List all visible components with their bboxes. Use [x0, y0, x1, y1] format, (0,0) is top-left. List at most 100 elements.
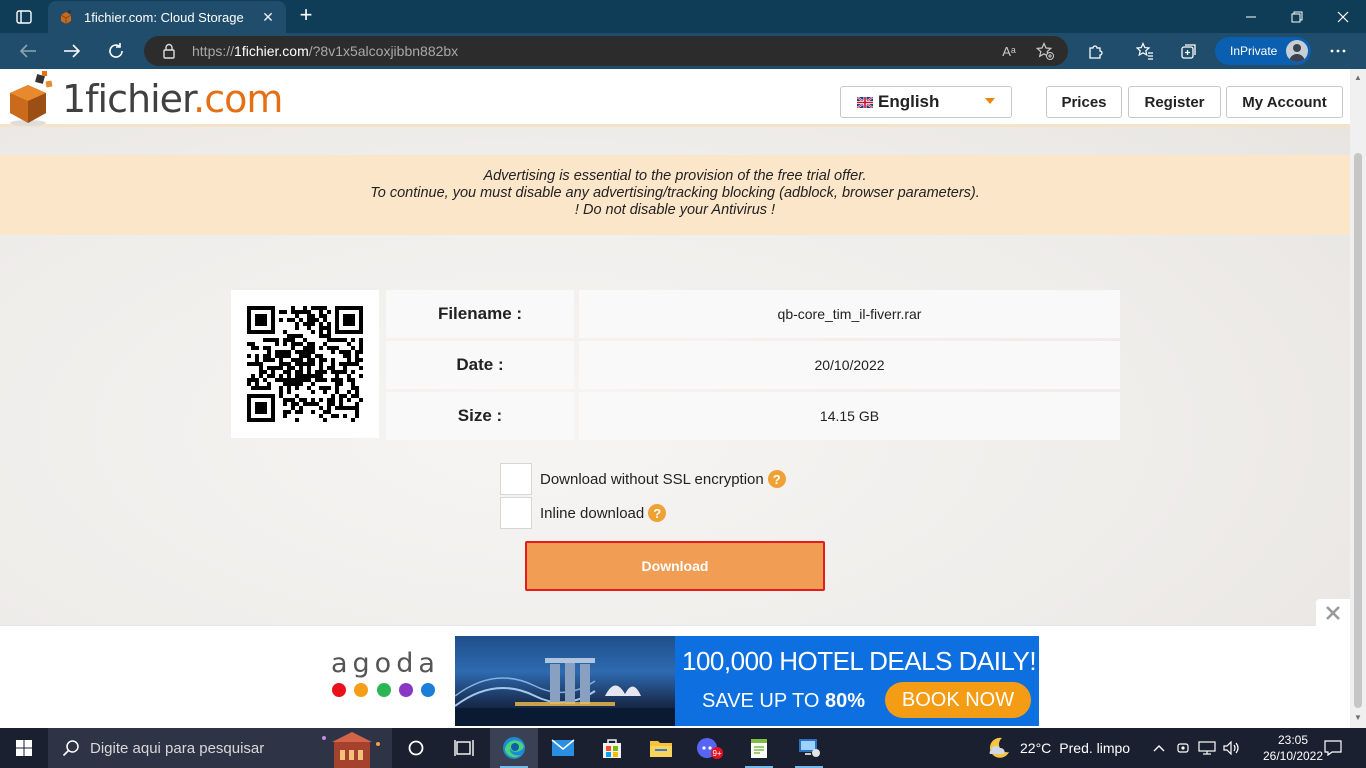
language-label: English [878, 92, 940, 111]
language-select[interactable]: English [840, 86, 1012, 118]
notifications-button[interactable] [1318, 728, 1348, 768]
qr-code-image [247, 306, 363, 422]
star-plus-icon [1036, 42, 1054, 60]
taskbar-search-box[interactable]: Digite aqui para pesquisar [48, 728, 392, 768]
refresh-icon [109, 43, 123, 58]
tab-close-icon[interactable]: ✕ [260, 9, 276, 26]
no-ssl-help-icon[interactable]: ? [767, 470, 786, 488]
logo-box-icon [10, 71, 53, 126]
browser-titlebar: 1fichier.com: Cloud Storage ✕ + [0, 0, 1366, 33]
filename-value: qb-core_tim_il-fiverr.rar [579, 290, 1120, 338]
filename-label: Filename : [386, 290, 574, 338]
restore-button[interactable] [1274, 0, 1320, 33]
mail-icon [551, 739, 575, 756]
add-favorite-button[interactable] [1030, 36, 1060, 66]
tab-actions-button[interactable] [8, 6, 40, 28]
address-bar[interactable]: https://1fichier.com/?8v1x5alcoxjibbn882… [144, 36, 1068, 66]
read-aloud-button[interactable]: Aᵃ [994, 36, 1024, 66]
volume-button[interactable] [1221, 728, 1243, 768]
search-placeholder: Digite aqui para pesquisar [90, 739, 265, 757]
scroll-down-icon[interactable]: ▼ [1354, 713, 1362, 722]
notice-line-3: ! Do not disable your Antivirus ! [574, 202, 776, 218]
task-view-button[interactable] [392, 728, 440, 768]
site-header: 1fichier.com English Prices Register My … [0, 69, 1350, 127]
task-view-switch-button[interactable] [440, 728, 488, 768]
agoda-logo[interactable]: agoda [331, 648, 435, 697]
tray-device-button[interactable] [1174, 728, 1192, 768]
banner-photo [455, 636, 675, 726]
prices-button[interactable]: Prices [1046, 86, 1122, 118]
inprivate-profile-button[interactable]: InPrivate [1215, 37, 1311, 65]
inline-help-icon[interactable]: ? [648, 504, 667, 522]
taskbar-store[interactable] [588, 728, 636, 768]
settings-menu-button[interactable] [1323, 37, 1353, 65]
weather-widget[interactable]: 22°C Pred. limpo [986, 728, 1130, 768]
taskbar-discord[interactable]: 9+ [686, 728, 734, 768]
close-window-button[interactable] [1320, 0, 1366, 33]
speaker-icon [1223, 741, 1239, 755]
register-button[interactable]: Register [1128, 86, 1221, 118]
folder-icon [650, 741, 672, 757]
collections-icon [1181, 44, 1196, 59]
new-tab-button[interactable]: + [294, 4, 318, 28]
back-button[interactable] [13, 37, 43, 65]
taskbar-edge[interactable] [490, 728, 538, 768]
adblock-notice: Advertising is essential to the provisio… [0, 155, 1350, 235]
extensions-button[interactable] [1081, 37, 1111, 65]
agoda-dot [421, 683, 435, 697]
browser-tab-active[interactable]: 1fichier.com: Cloud Storage ✕ [48, 1, 286, 33]
refresh-button[interactable] [101, 37, 131, 65]
size-label: Size : [386, 392, 574, 440]
notice-line-2: To continue, you must disable any advert… [370, 185, 980, 201]
page-scrollbar[interactable]: ▲ ▼ [1350, 69, 1366, 728]
my-account-button[interactable]: My Account [1226, 86, 1343, 118]
ad-banner-strip: agoda 100,000 HOTEL DEALS DAILY! SAVE UP… [0, 599, 1350, 728]
agoda-dot [332, 683, 346, 697]
option-inline: Inline download ? [500, 497, 800, 529]
notice-line-1: Advertising is essential to the provisio… [483, 168, 867, 184]
collections-button[interactable] [1174, 37, 1204, 65]
notepad-plus-icon [751, 739, 767, 758]
moon-weather-icon [989, 737, 1009, 758]
no-ssl-checkbox[interactable] [500, 463, 532, 495]
uk-flag-icon [857, 96, 873, 108]
ad-close-button[interactable] [1316, 599, 1350, 627]
taskbar-app-remote[interactable] [785, 728, 833, 768]
windows-logo-icon [16, 740, 32, 756]
inline-download-checkbox[interactable] [500, 497, 532, 529]
qr-code [231, 290, 379, 438]
scroll-up-icon[interactable]: ▲ [1354, 73, 1362, 82]
tab-actions-icon [16, 10, 32, 24]
network-button[interactable] [1196, 728, 1218, 768]
book-now-button[interactable]: BOOK NOW [885, 682, 1031, 718]
date-value: 20/10/2022 [579, 341, 1120, 389]
no-ssl-label: Download without SSL encryption [540, 470, 764, 488]
tab-title: 1fichier.com: Cloud Storage [84, 9, 244, 25]
forward-button[interactable] [57, 37, 87, 65]
banner-subline: SAVE UP TO 80% [702, 690, 866, 712]
agoda-wordmark: agoda [331, 648, 440, 679]
weather-temperature: 22°C [1020, 740, 1052, 756]
scrollbar-thumb[interactable] [1354, 153, 1362, 708]
hotel-deals-banner[interactable]: 100,000 HOTEL DEALS DAILY! SAVE UP TO 80… [455, 636, 1039, 726]
tray-overflow-button[interactable] [1150, 728, 1168, 768]
logo-text: 1fichier.com [62, 77, 283, 121]
read-aloud-icon: Aᵃ [1002, 43, 1016, 59]
taskbar-app-editor[interactable] [735, 728, 783, 768]
taskbar-file-explorer[interactable] [637, 728, 685, 768]
favorites-button[interactable] [1130, 37, 1160, 65]
inprivate-label: InPrivate [1230, 44, 1278, 58]
site-logo[interactable]: 1fichier.com [6, 71, 283, 127]
inline-download-label: Inline download [540, 504, 645, 522]
chevron-down-icon [985, 98, 995, 104]
agoda-dot [376, 683, 391, 697]
cortana-circle-icon [408, 740, 424, 756]
page-viewport: 1fichier.com English Prices Register My … [0, 69, 1350, 728]
discord-icon: 9+ [697, 738, 723, 759]
back-arrow-icon [19, 44, 36, 58]
download-button[interactable]: Download [525, 541, 825, 591]
start-button[interactable] [0, 728, 48, 768]
network-icon [1198, 741, 1216, 755]
minimize-button[interactable] [1228, 0, 1274, 33]
taskbar-mail[interactable] [539, 728, 587, 768]
